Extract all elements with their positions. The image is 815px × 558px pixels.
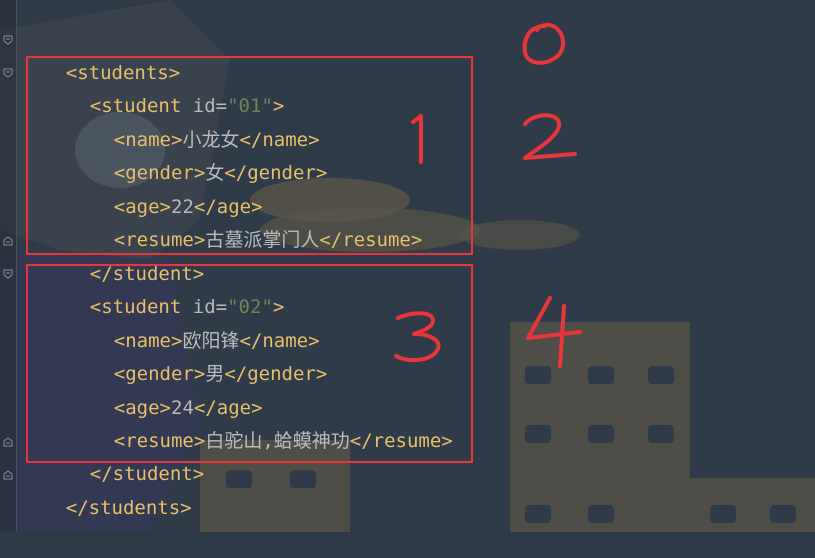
fold-end-icon[interactable] — [3, 470, 13, 480]
annotation-number-4 — [526, 296, 582, 368]
fold-toggle-icon[interactable] — [3, 35, 13, 45]
annotation-number-1 — [411, 114, 423, 164]
fold-toggle-icon[interactable] — [3, 68, 13, 78]
code-line[interactable]: </students> — [20, 459, 192, 519]
code-line[interactable]: <students> — [20, 24, 180, 84]
annotation-number-0 — [522, 22, 565, 65]
fold-end-icon[interactable] — [3, 236, 13, 246]
fold-toggle-icon[interactable] — [3, 269, 13, 279]
annotation-number-3 — [394, 311, 441, 363]
fold-end-icon[interactable] — [3, 437, 13, 447]
editor-gutter — [0, 0, 17, 532]
tag-name: students — [88, 497, 181, 519]
annotation-number-2 — [523, 113, 577, 160]
